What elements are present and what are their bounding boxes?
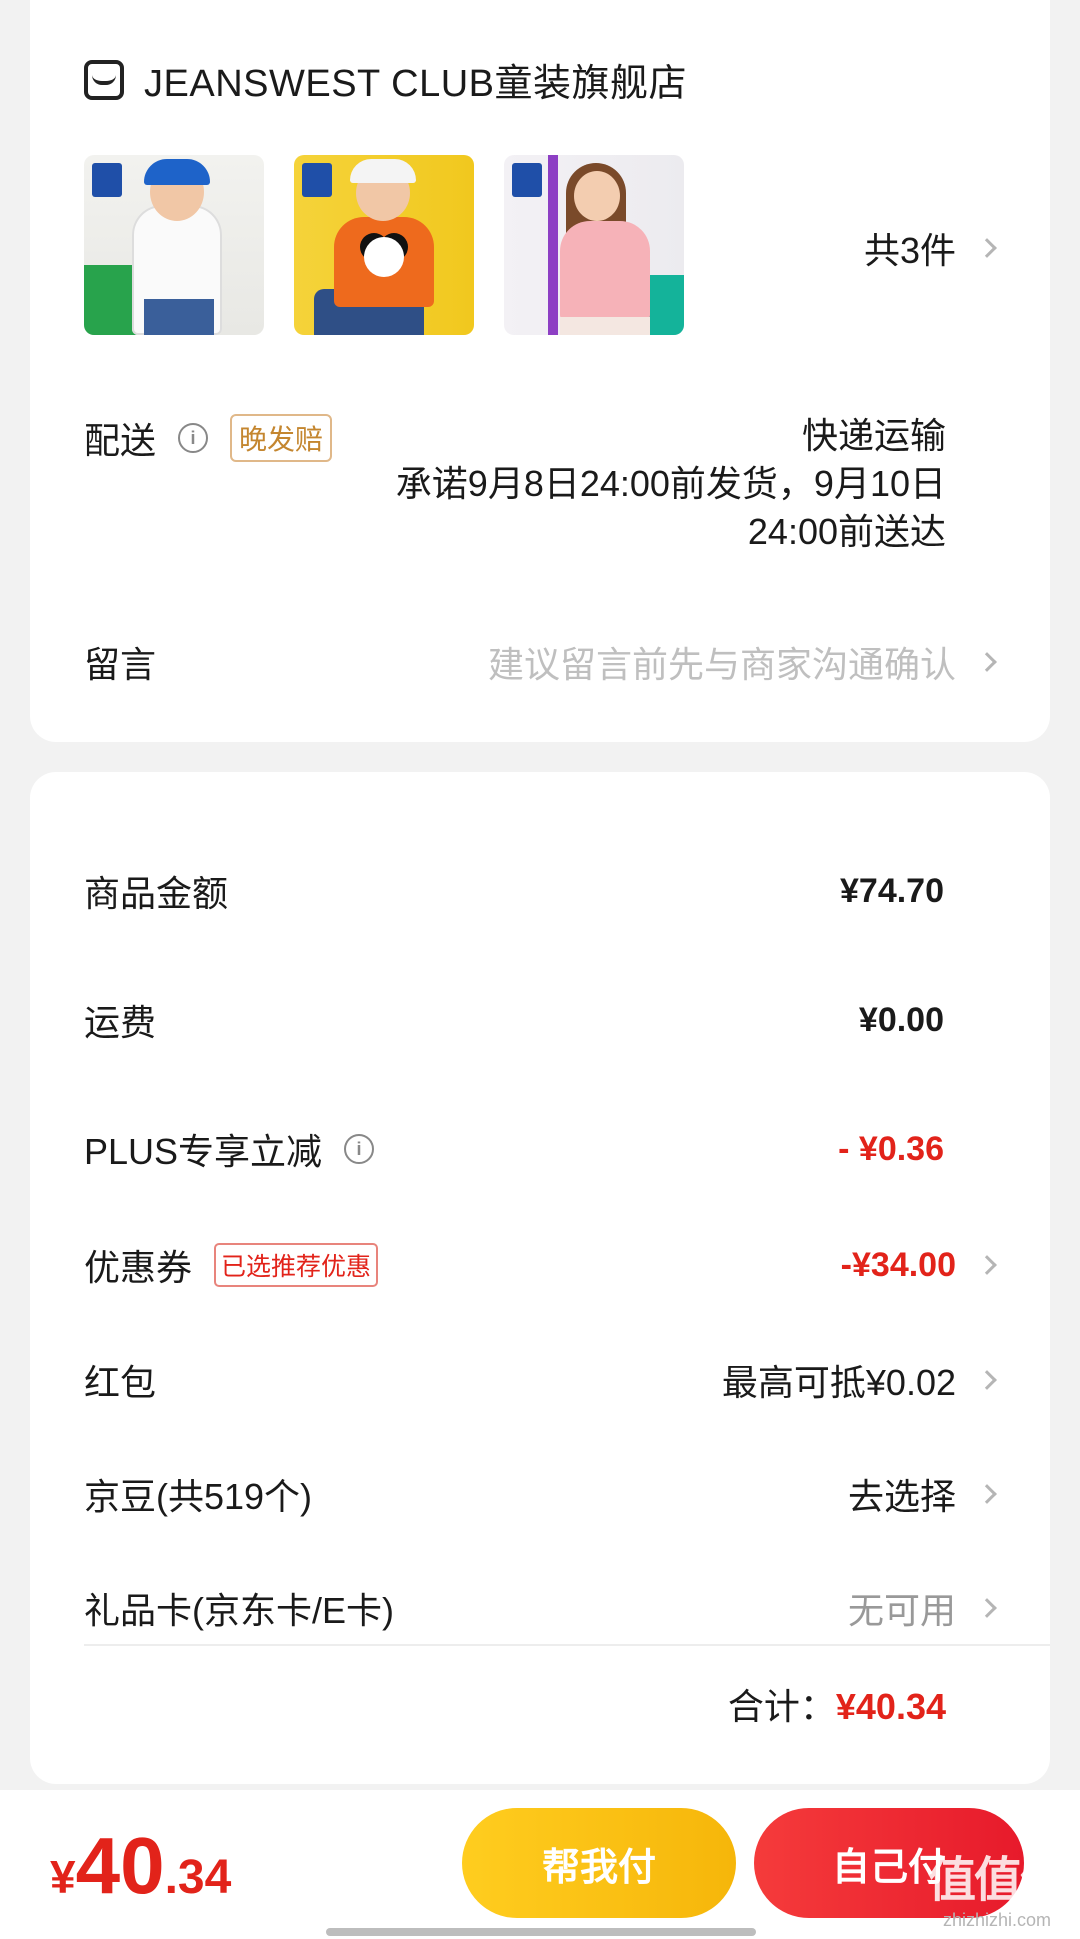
jingdou-label: 京豆(共519个) bbox=[84, 1476, 313, 1517]
pay-amount: ¥ 40 .34 bbox=[50, 1820, 231, 1912]
coupon-selected-badge: 已选推荐优惠 bbox=[214, 1243, 379, 1287]
item-count-link[interactable]: 共3件 bbox=[863, 222, 997, 274]
store-name: JEANSWEST CLUB童装旗舰店 bbox=[144, 63, 687, 105]
brand-logo-icon bbox=[92, 163, 122, 197]
shipping-label: 运费 bbox=[84, 1002, 157, 1043]
store-header[interactable]: JEANSWEST CLUB童装旗舰店 bbox=[84, 52, 687, 107]
product-thumbnail[interactable] bbox=[84, 155, 264, 335]
delivery-row: 配送 i 晚发赔 bbox=[84, 412, 333, 464]
goods-amount-row: 商品金额 ¥74.70 bbox=[84, 861, 994, 921]
gift-card-row[interactable]: 礼品卡(京东卡/E卡) 无可用 bbox=[84, 1578, 997, 1638]
product-thumbnail[interactable] bbox=[294, 155, 474, 335]
brand-logo-icon bbox=[512, 163, 542, 197]
watermark-logo: 值值值 bbox=[927, 1854, 1068, 1907]
late-compensation-badge: 晚发赔 bbox=[230, 414, 333, 462]
info-icon[interactable]: i bbox=[178, 423, 209, 453]
goods-amount-label: 商品金额 bbox=[84, 873, 229, 914]
goods-amount-value: ¥74.70 bbox=[840, 871, 944, 910]
brand-logo-icon bbox=[302, 163, 332, 197]
delivery-info: 快递运输 承诺9月8日24:00前发货，9月10日 24:00前送达 bbox=[326, 412, 946, 556]
red-packet-label: 红包 bbox=[84, 1362, 157, 1403]
message-placeholder: 建议留言前先与商家沟通确认 bbox=[487, 644, 956, 685]
total-summary: 合计： ¥40.34 bbox=[728, 1678, 946, 1730]
gift-card-value: 无可用 bbox=[847, 1590, 956, 1631]
watermark-url: zhizhizhi.com bbox=[942, 1910, 1052, 1930]
delivery-method: 快递运输 bbox=[801, 415, 946, 456]
coupon-value: -¥34.00 bbox=[840, 1245, 956, 1284]
chevron-right-icon bbox=[977, 1598, 997, 1618]
jingdou-row[interactable]: 京豆(共519个) 去选择 bbox=[84, 1464, 997, 1524]
chevron-right-icon bbox=[977, 1255, 997, 1275]
total-label: 合计： bbox=[727, 1686, 836, 1727]
delivery-label: 配送 bbox=[84, 420, 157, 461]
coupon-label: 优惠券 bbox=[84, 1247, 193, 1288]
coupon-row[interactable]: 优惠券 已选推荐优惠 -¥34.00 bbox=[84, 1235, 997, 1295]
item-count: 共3件 bbox=[863, 230, 956, 271]
store-icon bbox=[84, 59, 124, 100]
jingdou-value: 去选择 bbox=[847, 1476, 956, 1517]
total-value: ¥40.34 bbox=[835, 1686, 946, 1727]
message-label: 留言 bbox=[84, 644, 157, 685]
pay-integer: 40 bbox=[75, 1821, 165, 1910]
delivery-promise-line1: 承诺9月8日24:00前发货，9月10日 bbox=[395, 463, 946, 504]
red-packet-value: 最高可抵¥0.02 bbox=[721, 1362, 956, 1403]
plus-discount-value: - ¥0.36 bbox=[838, 1129, 944, 1168]
info-icon[interactable]: i bbox=[344, 1134, 375, 1164]
shipping-value: ¥0.00 bbox=[858, 1000, 944, 1039]
red-packet-row[interactable]: 红包 最高可抵¥0.02 bbox=[84, 1350, 997, 1410]
watermark: 值值值 zhizhizhi.com bbox=[927, 1840, 1068, 1931]
chevron-right-icon bbox=[977, 652, 997, 672]
home-indicator[interactable] bbox=[326, 1928, 756, 1936]
plus-discount-label: PLUS专享立减 bbox=[84, 1131, 323, 1172]
delivery-promise-line2: 24:00前送达 bbox=[747, 511, 946, 552]
shipping-row: 运费 ¥0.00 bbox=[84, 990, 994, 1050]
checkout-bar: ¥ 40 .34 帮我付 自己付 值值值 zhizhizhi.com bbox=[0, 1790, 1080, 1939]
product-thumbnail[interactable] bbox=[504, 155, 684, 335]
chevron-right-icon bbox=[977, 238, 997, 258]
chevron-right-icon bbox=[977, 1370, 997, 1390]
pay-decimal: .34 bbox=[164, 1851, 232, 1904]
store-card: JEANSWEST CLUB童装旗舰店 共3件 配送 i 晚发赔 快递运输 承诺… bbox=[30, 0, 1050, 742]
price-card: 商品金额 ¥74.70 运费 ¥0.00 PLUS专享立减 i - ¥0.36 … bbox=[30, 772, 1050, 1784]
divider bbox=[84, 1644, 1050, 1646]
chevron-right-icon bbox=[977, 1484, 997, 1504]
help-me-pay-button[interactable]: 帮我付 bbox=[462, 1808, 736, 1918]
product-thumbnails[interactable] bbox=[84, 155, 684, 335]
pay-currency: ¥ bbox=[50, 1851, 76, 1903]
gift-card-label: 礼品卡(京东卡/E卡) bbox=[84, 1590, 394, 1631]
message-input[interactable]: 建议留言前先与商家沟通确认 bbox=[487, 636, 997, 688]
plus-discount-row: PLUS专享立减 i - ¥0.36 bbox=[84, 1119, 994, 1179]
